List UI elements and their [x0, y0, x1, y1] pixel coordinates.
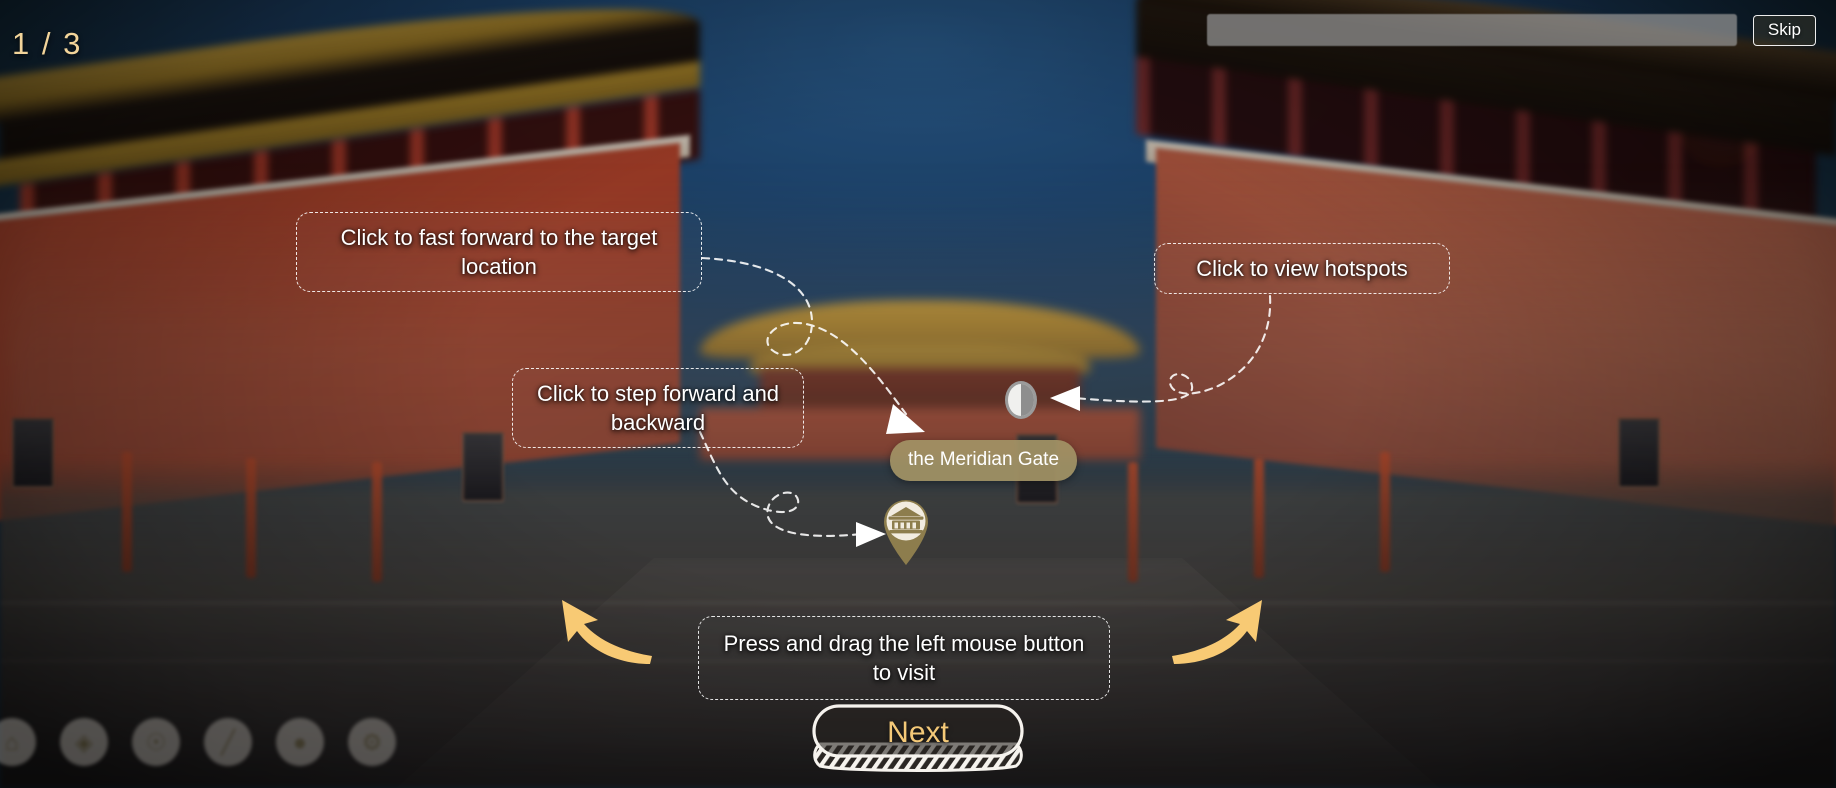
- tool-home[interactable]: ⌂: [0, 718, 36, 766]
- curved-arrow-up-right-icon: [1172, 594, 1268, 671]
- tool-map[interactable]: ◈: [60, 718, 108, 766]
- callout-drag-to-visit: Press and drag the left mouse button to …: [698, 616, 1110, 700]
- plaza-signboard: [12, 418, 54, 488]
- tour-progress-bar[interactable]: [1206, 14, 1737, 46]
- compass-icon: ☉: [145, 728, 167, 755]
- tour-viewport[interactable]: 1 / 3 Skip .dl { fill:none; stroke:rgba(…: [0, 0, 1836, 788]
- gate-pavilion-icon[interactable]: [877, 494, 935, 566]
- plaza-signboard: [462, 432, 504, 502]
- curved-arrow-up-left-icon: [556, 594, 652, 671]
- viewer-toolbar[interactable]: ⌂ ◈ ☉ ╱ ● ⚙: [0, 718, 396, 766]
- tool-audio[interactable]: ●: [276, 718, 324, 766]
- plaza-seam-line: [0, 602, 1836, 604]
- plaza-railing: [122, 452, 132, 572]
- gear-icon: ⚙: [361, 728, 383, 755]
- top-bar: Skip: [1206, 10, 1836, 50]
- callout-fast-forward: Click to fast forward to the target loca…: [296, 212, 702, 292]
- map-icon: ◈: [75, 728, 93, 755]
- horizon-haze: [0, 180, 1836, 480]
- plaza-signboard: [1618, 418, 1660, 488]
- hotspot-toggle-icon[interactable]: [1004, 380, 1038, 420]
- next-button[interactable]: Next: [808, 702, 1028, 776]
- tool-settings[interactable]: ⚙: [348, 718, 396, 766]
- audio-icon: ●: [293, 728, 307, 755]
- plaza-railing: [1380, 452, 1390, 572]
- tool-measure[interactable]: ╱: [204, 718, 252, 766]
- plaza-railing: [1128, 462, 1138, 582]
- hotspot-label-meridian-gate[interactable]: the Meridian Gate: [890, 440, 1078, 481]
- step-counter: 1 / 3: [12, 26, 83, 61]
- measure-icon: ╱: [221, 728, 235, 755]
- plaza-railing: [372, 462, 382, 582]
- home-icon: ⌂: [5, 728, 19, 755]
- callout-step-forward: Click to step forward and backward: [512, 368, 804, 448]
- tool-compass[interactable]: ☉: [132, 718, 180, 766]
- callout-view-hotspots: Click to view hotspots: [1154, 243, 1450, 294]
- plaza-railing: [1254, 458, 1264, 578]
- plaza-railing: [246, 458, 256, 578]
- skip-button[interactable]: Skip: [1752, 14, 1816, 46]
